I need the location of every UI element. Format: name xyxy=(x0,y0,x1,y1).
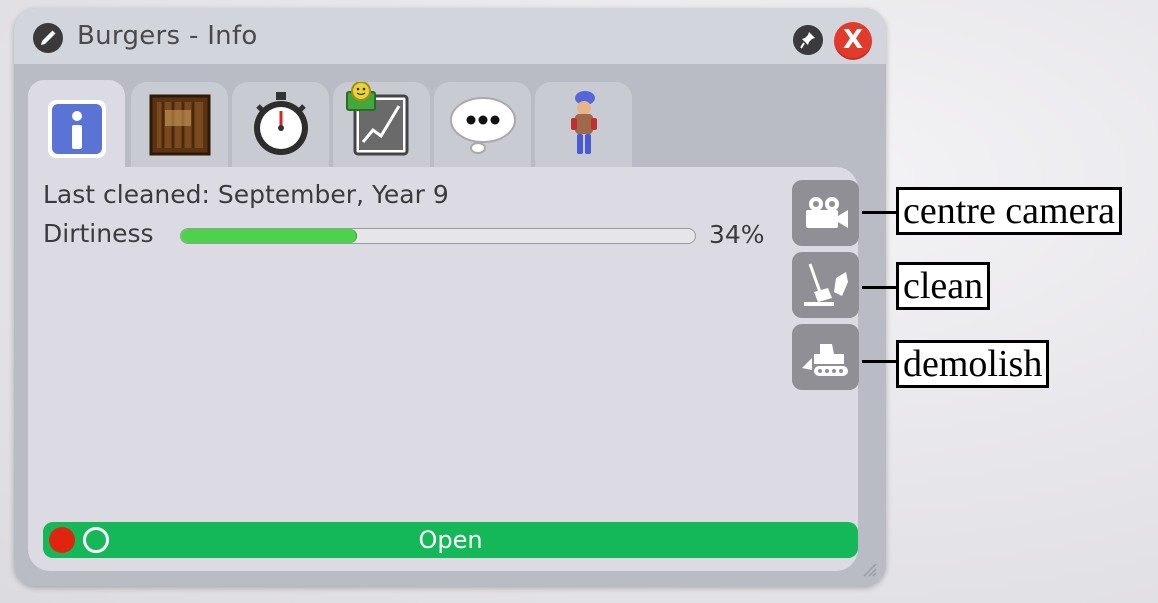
clean-callout: clean xyxy=(896,262,991,310)
broom-icon xyxy=(804,263,848,306)
status-label: Open xyxy=(418,526,483,554)
title-bar[interactable]: Burgers - Info X xyxy=(14,8,886,64)
centre-camera-button[interactable] xyxy=(792,180,859,246)
clean-button[interactable] xyxy=(792,252,859,318)
bulldozer-icon xyxy=(802,344,848,376)
demolish-button[interactable] xyxy=(792,324,859,390)
video-camera-icon xyxy=(806,197,848,228)
pin-button[interactable] xyxy=(793,25,823,55)
last-cleaned-row: Last cleaned: September, Year 9 xyxy=(43,180,449,209)
resize-grip-icon[interactable] xyxy=(860,560,878,578)
window-title: Burgers - Info xyxy=(77,21,258,51)
demolish-callout: demolish xyxy=(896,340,1050,388)
tab-info[interactable] xyxy=(28,80,125,170)
tab-thoughts[interactable] xyxy=(434,82,531,168)
dirtiness-bar-fill xyxy=(181,229,357,243)
close-button[interactable]: X xyxy=(834,22,872,60)
close-ride-toggle[interactable] xyxy=(49,527,75,553)
stopwatch-icon xyxy=(254,92,308,155)
last-cleaned-value: September, Year 9 xyxy=(209,180,449,209)
dirtiness-label: Dirtiness xyxy=(43,219,154,248)
clean-callout-line xyxy=(862,286,898,289)
last-cleaned-label: Last cleaned: xyxy=(43,180,210,209)
info-icon xyxy=(48,100,106,158)
open-ride-toggle[interactable] xyxy=(83,527,109,553)
info-panel: Last cleaned: September, Year 9 Dirtines… xyxy=(28,167,859,571)
demolish-callout-line xyxy=(862,360,898,363)
dirtiness-percent: 34% xyxy=(709,220,765,249)
close-icon: X xyxy=(842,25,864,55)
staff-figure-icon xyxy=(571,91,597,154)
dirtiness-bar xyxy=(180,228,696,244)
pin-icon xyxy=(800,32,815,49)
pencil-icon[interactable] xyxy=(33,23,63,53)
tab-finance[interactable] xyxy=(333,82,430,168)
camera-callout-line xyxy=(862,211,898,214)
tab-staff[interactable] xyxy=(535,82,632,168)
tab-stock[interactable] xyxy=(131,82,228,168)
operating-status-bar: Open xyxy=(43,522,858,558)
speech-bubble-icon xyxy=(450,97,516,154)
camera-callout: centre camera xyxy=(896,187,1122,235)
tab-timing[interactable] xyxy=(232,82,329,168)
profit-chart-icon xyxy=(346,82,409,156)
ride-info-window: Burgers - Info X Last cleaned: September… xyxy=(14,8,886,586)
crate-icon xyxy=(149,94,211,156)
